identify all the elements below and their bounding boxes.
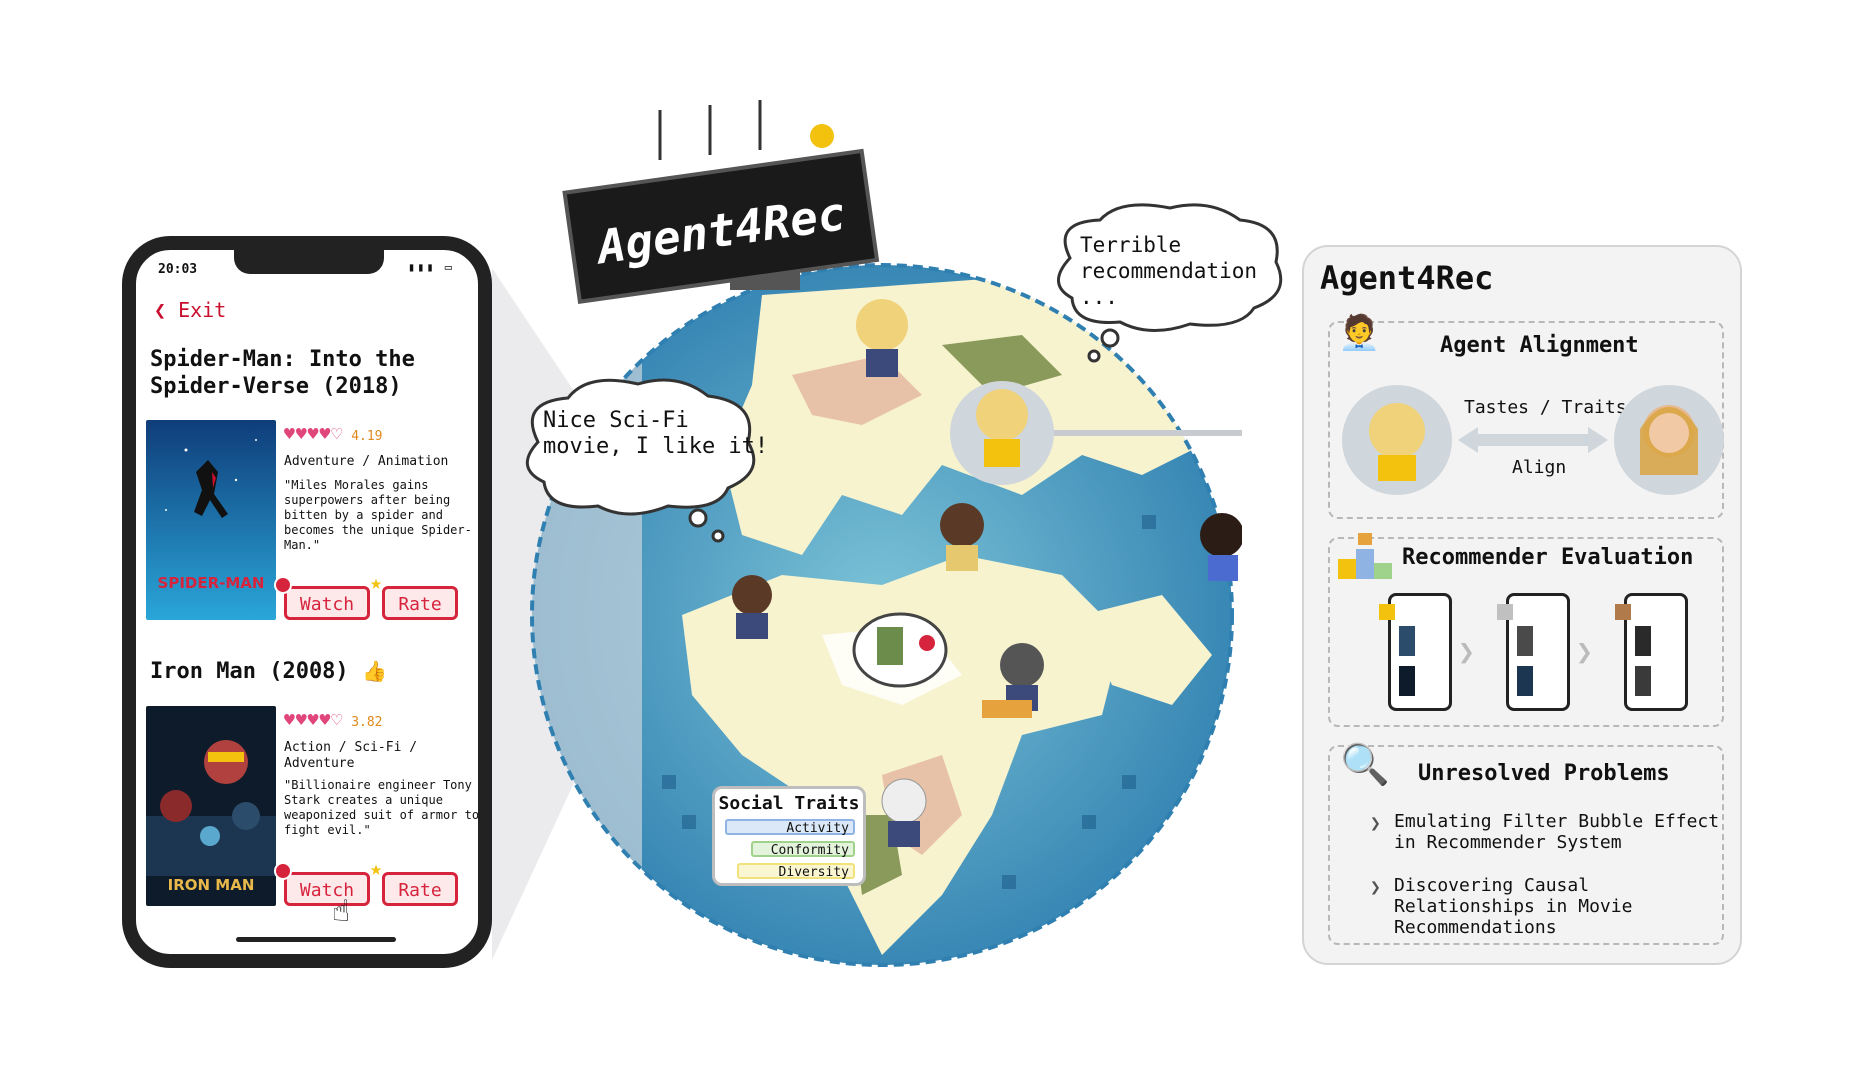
star-icon-2: ★	[370, 856, 383, 880]
chevron-right-icon-3: ❯	[1370, 813, 1381, 834]
rating-score-2: 3.82	[351, 715, 383, 730]
description-1: "Miles Morales gains superpowers after b…	[284, 478, 472, 552]
status-icons: ▮▮▮ ▭	[407, 260, 454, 274]
section-agent-alignment: 🧑‍💼 Agent Alignment Tastes / Traits Alig…	[1328, 313, 1724, 519]
human-avatar-circle	[1614, 385, 1724, 495]
exit-button[interactable]: ❮ Exit	[154, 298, 226, 322]
section-recommender-evaluation: Recommender Evaluation ❯ ❯	[1328, 533, 1724, 727]
pin-icon-2	[274, 862, 292, 880]
mini-phone-3	[1615, 593, 1688, 711]
rate-button-1[interactable]: Rate	[382, 586, 458, 620]
trait-activity: Activity	[725, 819, 855, 836]
rating-hearts-1: ♥♥♥♥♡ 4.19	[284, 424, 383, 445]
mini-phone-1	[1379, 593, 1452, 711]
rate-label-1: Rate	[398, 594, 442, 615]
rating-score-1: 4.19	[351, 429, 383, 444]
poster-spiderman[interactable]: SPIDER-MAN	[146, 420, 276, 620]
problem-item-1: Emulating Filter Bubble Effect in Recomm…	[1394, 811, 1720, 853]
alignment-title: Agent Alignment	[1440, 333, 1639, 358]
bubble-nice-text: Nice Sci-Fi movie, I like it!	[543, 408, 769, 459]
rating-hearts-2: ♥♥♥♥♡ 3.82	[284, 710, 383, 731]
home-indicator	[236, 937, 396, 942]
social-traits-panel: Social Traits Activity Conformity Divers…	[712, 786, 866, 886]
description-2: "Billionaire engineer Tony Stark creates…	[284, 778, 480, 837]
genre-1: Adventure / Animation	[284, 454, 449, 469]
tastes-traits-label: Tastes / Traits	[1464, 397, 1627, 418]
star-icon: ★	[370, 570, 383, 594]
agent-avatar-6	[881, 778, 927, 847]
status-time: 20:03	[158, 262, 198, 277]
genre-2: Action / Sci-Fi / Adventure	[284, 740, 418, 771]
rate-button-2[interactable]: Rate	[382, 872, 458, 906]
agent-avatar-circle	[1342, 385, 1452, 495]
poster-text-2: IRON MAN	[168, 876, 255, 894]
movie-title-1: Spider-Man: Into the Spider-Verse (2018)	[150, 347, 415, 399]
evaluation-title: Recommender Evaluation	[1402, 545, 1694, 570]
panel-title: Agent4Rec	[1320, 259, 1494, 297]
chevron-right-icon-1: ❯	[1458, 635, 1475, 668]
movie-title-2: Iron Man (2008) 👍	[150, 658, 470, 685]
align-label: Align	[1512, 457, 1567, 478]
poster-ironman[interactable]: IRON MAN	[146, 706, 276, 906]
movie-title-2-text: Iron Man (2008)	[150, 659, 349, 684]
bubble-nice	[526, 378, 756, 543]
agent-avatar-2	[940, 503, 984, 571]
thumbs-up-icon: 👍	[361, 659, 387, 683]
watch-button-1[interactable]: Watch	[284, 586, 370, 620]
align-arrow-icon	[1458, 427, 1608, 453]
chevron-right-icon-2: ❯	[1576, 635, 1593, 668]
phone-notch	[234, 250, 384, 274]
social-traits-title: Social Traits	[718, 793, 860, 814]
person-glasses-icon: 🧑‍💼	[1338, 313, 1381, 353]
watch-button-2[interactable]: Watch	[284, 872, 370, 906]
phone-mockup: 20:03 ▮▮▮ ▭ ❮ Exit Spider-Man: Into the …	[122, 236, 492, 968]
chevron-right-icon-4: ❯	[1370, 877, 1381, 898]
rate-label-2: Rate	[398, 880, 442, 901]
chevron-left-icon: ❮	[154, 298, 167, 322]
problems-title: Unresolved Problems	[1418, 761, 1670, 786]
problem-item-2: Discovering Causal Relationships in Movi…	[1394, 875, 1633, 938]
hearts-text-1: ♥♥♥♥♡	[284, 424, 344, 445]
agent-avatar-highlight	[950, 381, 1054, 485]
magnifier-clock-icon: 🔍	[1340, 742, 1390, 788]
mini-phone-2	[1497, 593, 1570, 711]
watch-label-1: Watch	[299, 594, 355, 615]
movie-like-bubble	[852, 612, 948, 688]
bubble-terrible-text: Terrible recommendation ...	[1080, 233, 1258, 309]
podium-trophy-icon	[1336, 533, 1394, 581]
trait-conformity: Conformity	[751, 841, 855, 858]
agent4rec-panel: Agent4Rec 🧑‍💼 Agent Alignment Tastes / T…	[1302, 245, 1742, 965]
agent4rec-signboard: Agent4Rec	[562, 100, 880, 304]
agent-avatar-4	[732, 575, 772, 639]
hearts-text-2: ♥♥♥♥♡	[284, 710, 344, 731]
poster-text-1: SPIDER-MAN	[158, 574, 265, 592]
section-unresolved-problems: 🔍 Unresolved Problems ❯ Emulating Filter…	[1328, 742, 1724, 945]
pin-icon	[274, 576, 292, 594]
hand-cursor-icon: ☝	[332, 894, 351, 929]
trait-diversity: Diversity	[737, 863, 855, 880]
exit-label: Exit	[178, 298, 227, 322]
